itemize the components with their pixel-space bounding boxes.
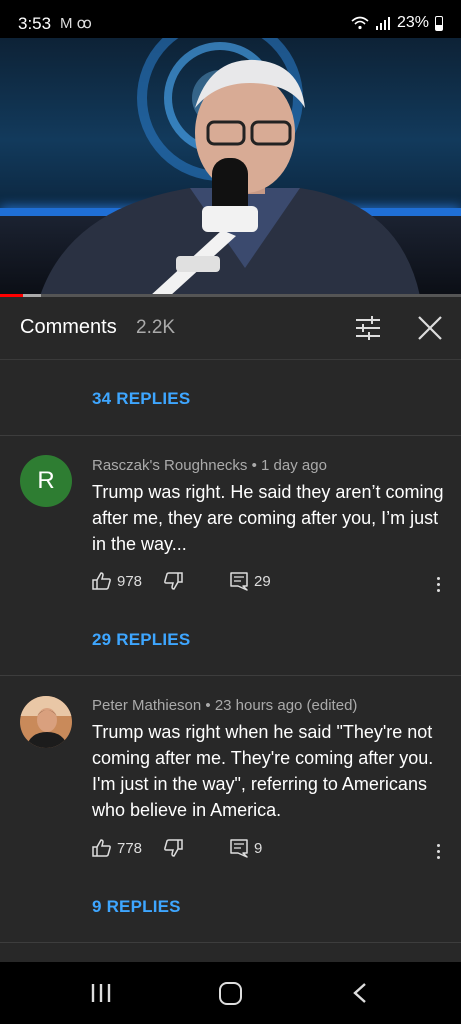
close-icon[interactable]	[417, 315, 443, 341]
view-replies-button[interactable]: 9 REPLIES	[92, 897, 181, 917]
status-right: 23%	[351, 14, 443, 32]
thumbs-down-icon	[164, 572, 183, 590]
comment-text: Trump was right when he said "They're no…	[92, 722, 434, 820]
video-player[interactable]: B	[0, 38, 461, 296]
comment-text: Trump was right. He said they aren’t com…	[92, 482, 444, 554]
recent-apps-icon[interactable]	[90, 982, 112, 1004]
comment-icon	[230, 839, 248, 858]
user-photo-icon	[20, 696, 72, 748]
view-replies-button[interactable]: 29 REPLIES	[92, 630, 190, 650]
battery-icon	[435, 15, 443, 31]
reply-button[interactable]: 29	[230, 572, 271, 591]
home-icon[interactable]	[219, 982, 242, 1005]
comment-meta: Peter Mathieson • 23 hours ago (edited)	[92, 697, 358, 714]
battery-percent: 23%	[396, 14, 429, 31]
thumbs-down-icon	[164, 839, 183, 857]
back-icon[interactable]	[352, 982, 368, 1004]
avatar[interactable]	[20, 696, 72, 748]
host-image	[40, 59, 420, 296]
reply-button[interactable]: 9	[230, 839, 262, 858]
comments-header: Comments 2.2K	[0, 297, 461, 360]
signal-icon	[375, 17, 390, 30]
comment-icon	[230, 572, 248, 591]
comment-actions: 778 9	[92, 839, 452, 863]
comment-meta: Rasczak's Roughnecks • 1 day ago	[92, 457, 327, 474]
avatar[interactable]: R	[20, 455, 72, 507]
dislike-button[interactable]	[164, 839, 183, 857]
more-options-icon[interactable]	[428, 572, 448, 596]
thumbs-up-icon	[92, 572, 111, 590]
wifi-icon	[351, 16, 369, 30]
more-options-icon[interactable]	[428, 839, 448, 863]
status-time: 3:53	[18, 14, 52, 33]
like-button[interactable]: 778	[92, 839, 142, 857]
filter-sort-icon[interactable]	[354, 315, 382, 341]
comments-count: 2.2K	[136, 317, 176, 338]
dislike-button[interactable]	[164, 572, 183, 590]
thumbs-up-icon	[92, 839, 111, 857]
comments-panel: Comments 2.2K 34 REPLIES R Rasczak's Rou…	[0, 297, 461, 962]
reply-count: 9	[254, 840, 263, 857]
divider	[0, 675, 461, 676]
system-nav-bar	[0, 962, 461, 1024]
divider	[0, 942, 461, 943]
notification-icons: M ꝏ	[60, 15, 92, 32]
comments-title: Comments	[20, 316, 117, 338]
like-count: 778	[117, 839, 143, 857]
reply-count: 29	[254, 573, 271, 590]
comment-actions: 978 29	[92, 572, 452, 596]
like-count: 978	[117, 572, 143, 590]
divider	[0, 435, 461, 436]
like-button[interactable]: 978	[92, 572, 142, 590]
view-replies-button[interactable]: 34 REPLIES	[92, 389, 190, 409]
status-bar: 3:53 M ꝏ 23%	[0, 0, 461, 38]
